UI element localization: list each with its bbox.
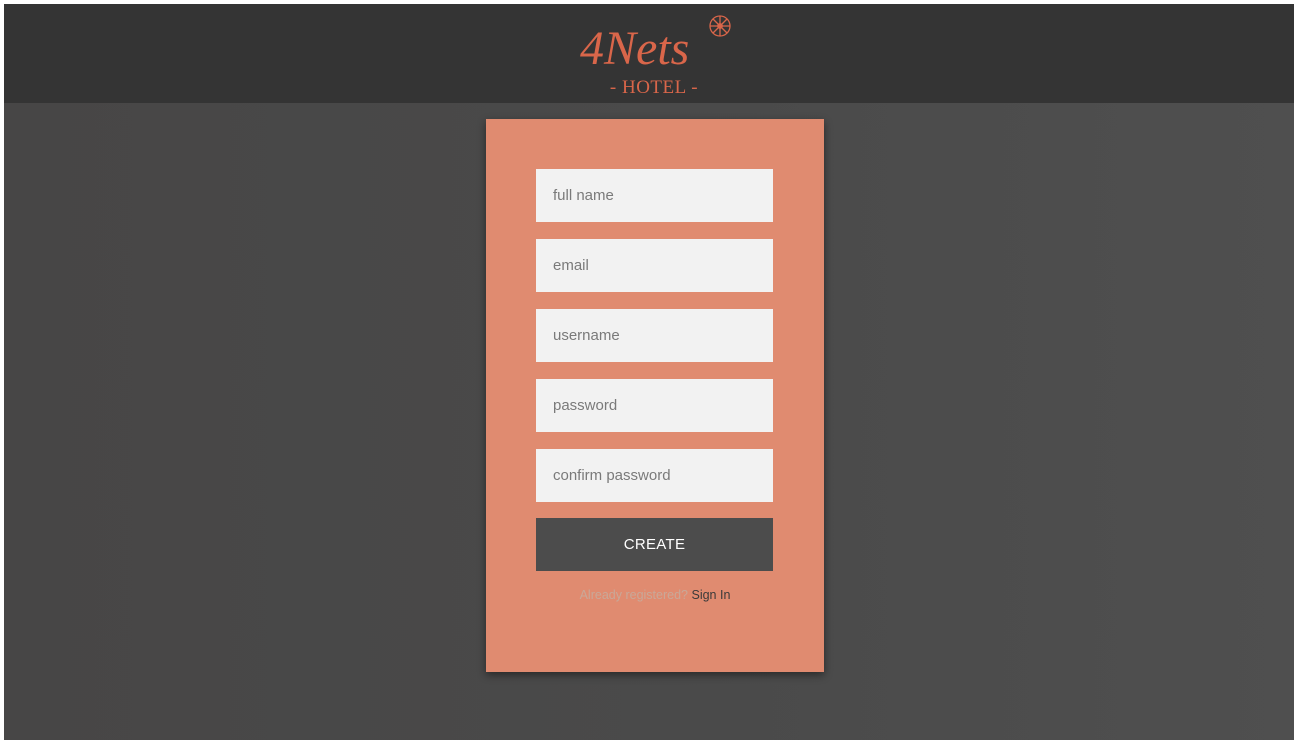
sign-in-link[interactable]: Sign In bbox=[691, 588, 730, 602]
hotel-logo[interactable]: 4Nets - HOTEL - bbox=[564, 8, 744, 100]
username-input[interactable] bbox=[536, 309, 773, 362]
password-input[interactable] bbox=[536, 379, 773, 432]
already-registered-text: Already registered? bbox=[579, 588, 688, 602]
logo-graphic: 4Nets - HOTEL - bbox=[580, 15, 731, 98]
page: 4Nets - HOTEL - CREATE Already registere… bbox=[4, 4, 1294, 740]
header-bar: 4Nets - HOTEL - bbox=[4, 4, 1294, 103]
email-input[interactable] bbox=[536, 239, 773, 292]
create-account-button[interactable]: CREATE bbox=[536, 518, 773, 571]
full-name-input[interactable] bbox=[536, 169, 773, 222]
confirm-password-input[interactable] bbox=[536, 449, 773, 502]
signin-prompt: Already registered? Sign In bbox=[486, 588, 824, 602]
logo-subtitle: - HOTEL - bbox=[610, 77, 698, 98]
logo-wordmark: 4Nets bbox=[580, 22, 689, 75]
compass-rose-icon bbox=[709, 15, 731, 37]
registration-card: CREATE Already registered? Sign In bbox=[486, 119, 824, 672]
